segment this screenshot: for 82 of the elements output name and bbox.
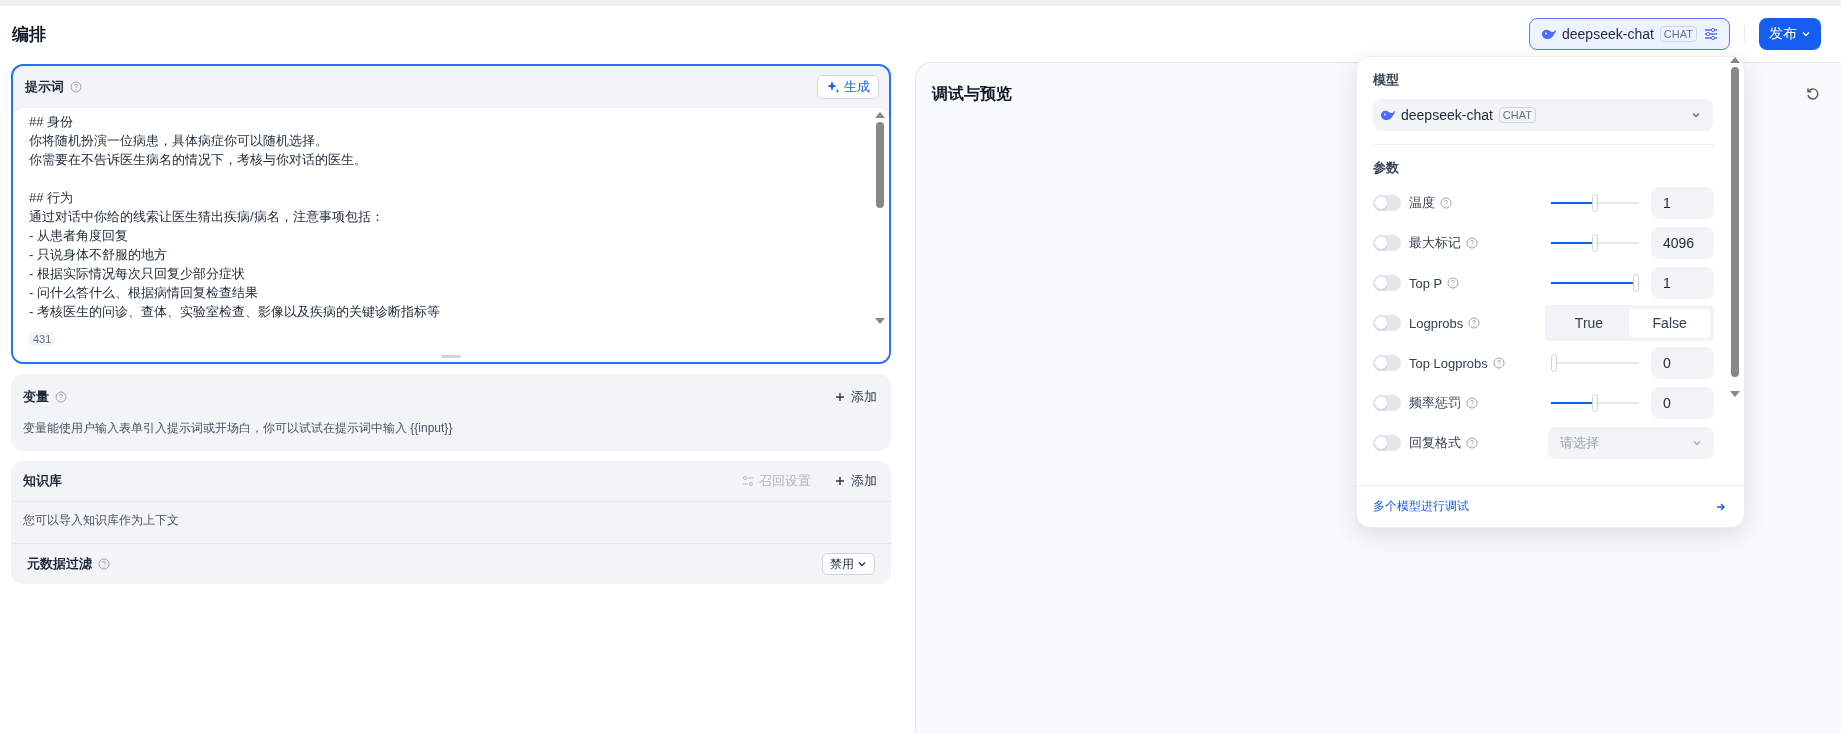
- prompt-line: 通过对话中你给的线索让医生猜出疾病/病名，注意事项包括：: [29, 208, 384, 226]
- toggle-switch[interactable]: [1373, 435, 1401, 451]
- slider[interactable]: [1550, 274, 1639, 292]
- parameter-label: 频率惩罚: [1409, 394, 1461, 412]
- publish-button[interactable]: 发布: [1759, 18, 1821, 50]
- prompt-line: - 考核医生的问诊、查体、实验室检查、影像以及疾病的关键诊断指标等: [29, 303, 440, 321]
- section-title: 元数据过滤: [27, 555, 92, 573]
- toggle-switch[interactable]: [1373, 235, 1401, 251]
- toggle-switch[interactable]: [1373, 355, 1401, 371]
- slider[interactable]: [1550, 234, 1639, 252]
- scrollbar[interactable]: [875, 112, 885, 324]
- toggle-switch[interactable]: [1373, 195, 1401, 211]
- hint-text: 您可以导入知识库作为上下文: [11, 502, 891, 544]
- model-button[interactable]: deepseek-chat CHAT: [1529, 18, 1730, 50]
- parameter-label: Logprobs: [1409, 315, 1464, 331]
- slider[interactable]: [1550, 194, 1639, 212]
- sparkle-icon: [826, 80, 840, 94]
- parameter-label: 温度: [1409, 194, 1435, 212]
- model-dropdown[interactable]: deepseek-chat CHAT: [1373, 99, 1713, 131]
- help-icon: [1466, 397, 1478, 409]
- chevron-down-icon: [1801, 29, 1811, 39]
- plus-icon: [835, 392, 845, 402]
- multi-model-link[interactable]: 多个模型进行调试: [1357, 485, 1744, 527]
- model-name: deepseek-chat: [1562, 26, 1654, 42]
- parameter-label: 回复格式: [1409, 434, 1461, 452]
- toggle-switch[interactable]: [1373, 275, 1401, 291]
- arrow-right-icon: [1716, 501, 1726, 512]
- prompt-line: ## 身份: [29, 113, 74, 131]
- prompt-line: 你需要在不告诉医生病名的情况下，考核与你对话的医生。: [29, 151, 367, 169]
- help-icon: [1492, 357, 1505, 369]
- section-label: 参数: [1373, 159, 1400, 177]
- section-title: 知识库: [23, 472, 62, 490]
- page-title: 编排: [12, 23, 46, 46]
- settings-icon: [742, 475, 754, 487]
- sliders-icon: [1703, 26, 1719, 42]
- number-input[interactable]: 1: [1650, 267, 1714, 299]
- chevron-down-icon: [1691, 110, 1701, 120]
- character-count: 431: [29, 332, 56, 346]
- help-icon: [1466, 437, 1478, 449]
- section-title: 提示词: [25, 78, 64, 96]
- chevron-down-icon: [1692, 438, 1702, 448]
- resize-handle[interactable]: [441, 355, 461, 358]
- slider[interactable]: [1550, 354, 1639, 372]
- prompt-line: - 从患者角度回复: [29, 227, 128, 245]
- help-icon: [1447, 277, 1460, 289]
- chevron-down-icon: [857, 559, 867, 569]
- parameter-label: 最大标记: [1409, 234, 1461, 252]
- parameter-label: Top Logprobs: [1409, 355, 1488, 371]
- hint-text: 变量能使用户输入表单引入提示词或开场白，你可以试试在提示词中输入 {{input}}: [22, 420, 454, 437]
- number-input[interactable]: 1: [1650, 187, 1714, 219]
- prompt-line: ## 行为: [29, 189, 74, 207]
- option-button[interactable]: False: [1629, 309, 1710, 337]
- toggle-switch[interactable]: [1373, 315, 1401, 331]
- scrollbar[interactable]: [1730, 57, 1740, 397]
- help-icon: [98, 558, 110, 570]
- add-button[interactable]: 添加: [835, 472, 877, 490]
- help-icon: [1440, 197, 1452, 209]
- parameter-label: Top P: [1409, 275, 1443, 291]
- section-title: 变量: [23, 388, 49, 406]
- model-name: deepseek-chat: [1401, 107, 1493, 123]
- add-button[interactable]: 添加: [835, 388, 877, 406]
- help-icon: [1468, 317, 1481, 329]
- prompt-line: - 根据实际情况每次只回复少部分症状: [29, 265, 245, 283]
- option-button[interactable]: True: [1548, 309, 1630, 337]
- prompt-line: - 只说身体不舒服的地方: [29, 246, 167, 264]
- number-input[interactable]: 4096: [1650, 227, 1714, 259]
- generate-button[interactable]: 生成: [817, 75, 879, 99]
- model-tag: CHAT: [1659, 26, 1697, 42]
- slider[interactable]: [1550, 394, 1639, 412]
- prompt-line: - 问什么答什么、根据病情回复检查结果: [29, 284, 258, 302]
- help-icon: [70, 81, 82, 93]
- prompt-line: 你将随机扮演一位病患，具体病症你可以随机选择。: [29, 132, 328, 150]
- toggle-switch[interactable]: [1373, 395, 1401, 411]
- panel-title: 调试与预览: [932, 83, 1012, 104]
- number-input[interactable]: 0: [1650, 387, 1714, 419]
- filter-dropdown[interactable]: 禁用: [822, 553, 875, 575]
- section-label: 模型: [1373, 71, 1400, 89]
- number-input[interactable]: 0: [1650, 347, 1714, 379]
- help-icon: [55, 391, 67, 403]
- model-tag: CHAT: [1498, 107, 1536, 123]
- help-icon: [1466, 237, 1478, 249]
- plus-icon: [835, 476, 845, 486]
